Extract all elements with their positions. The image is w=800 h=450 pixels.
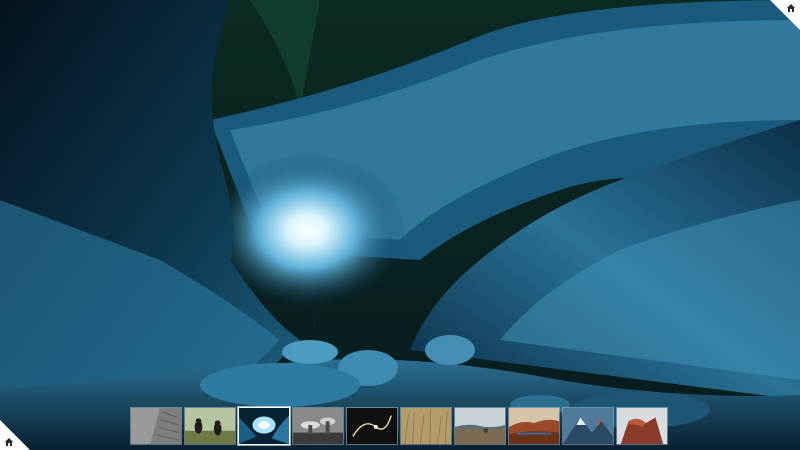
thumbnail-2[interactable] [184,407,236,445]
thumbnail-5[interactable] [346,407,398,445]
thumbnail-3[interactable] [238,407,290,445]
slideshow-stage [0,0,800,450]
thumbnail-10[interactable] [616,407,668,445]
thumbnail-7[interactable] [454,407,506,445]
thumbnail-4[interactable] [292,407,344,445]
bottom-left-corner-button[interactable] [0,420,30,450]
thumbnail-strip [130,407,670,447]
thumbnail-1[interactable] [130,407,182,445]
hero-image [0,0,800,450]
top-right-corner-button[interactable] [770,0,800,30]
thumbnail-6[interactable] [400,407,452,445]
thumbnail-8[interactable] [508,407,560,445]
thumbnail-9[interactable] [562,407,614,445]
